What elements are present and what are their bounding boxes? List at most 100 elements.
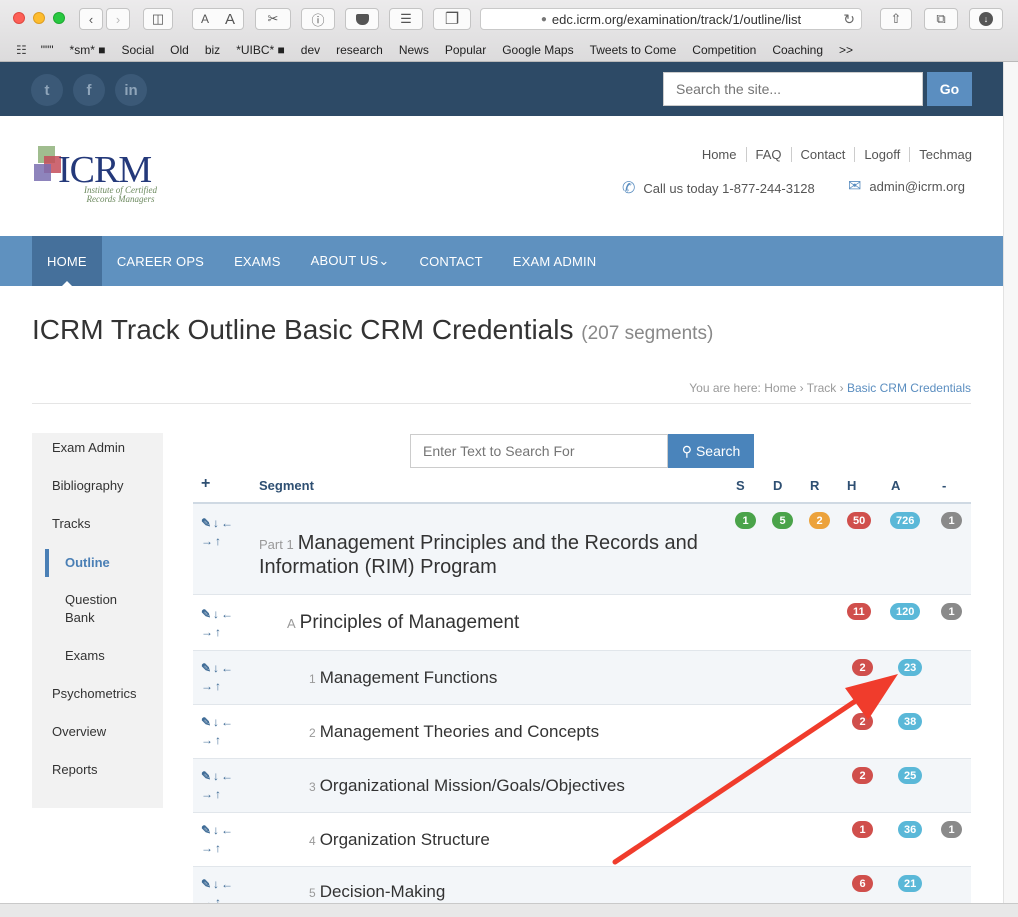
count-badge-s[interactable]: 1: [735, 512, 756, 529]
row-tools-indent[interactable]: →↑: [201, 623, 245, 641]
add-segment-button[interactable]: +: [201, 475, 210, 493]
tabs-button[interactable]: ⧉: [924, 8, 958, 30]
bookmark-item[interactable]: Google Maps: [494, 43, 581, 57]
row-tools-indent[interactable]: →↑: [201, 785, 245, 803]
sidebar-toggle-button[interactable]: ◫: [143, 8, 173, 30]
row-tools-edit-move[interactable]: ✎↓←: [201, 659, 245, 677]
bookmark-item[interactable]: *UIBC* ■: [228, 43, 293, 57]
sidebar-item-exams[interactable]: Exams: [65, 647, 105, 665]
row-tools[interactable]: ✎↓← →↑: [201, 514, 245, 550]
bookmark-item[interactable]: Popular: [437, 43, 494, 57]
count-badge-h[interactable]: 1: [852, 821, 873, 838]
bookmark-item[interactable]: dev: [293, 43, 328, 57]
text-size-buttons[interactable]: A A: [192, 8, 244, 30]
row-tools-indent[interactable]: →↑: [201, 532, 245, 550]
column-header-h[interactable]: H: [847, 478, 856, 493]
count-badge-h[interactable]: 50: [847, 512, 872, 529]
column-header-minus[interactable]: -: [942, 478, 946, 493]
header-link-logoff[interactable]: Logoff: [854, 147, 909, 162]
column-header-segment[interactable]: Segment: [259, 478, 314, 493]
header-link-faq[interactable]: FAQ: [745, 147, 791, 162]
twitter-icon[interactable]: t: [31, 74, 63, 106]
sidebar-item-exam-admin[interactable]: Exam Admin: [52, 439, 125, 457]
segment-title[interactable]: A Principles of Management: [287, 612, 519, 634]
row-tools[interactable]: ✎↓← →↑: [201, 821, 245, 857]
extensions-button[interactable]: ❐: [433, 8, 471, 30]
nav-career-ops[interactable]: CAREER OPS: [102, 236, 219, 286]
bookmark-item[interactable]: Coaching: [764, 43, 831, 57]
row-tools[interactable]: ✎↓← →↑: [201, 713, 245, 749]
facebook-icon[interactable]: f: [73, 74, 105, 106]
breadcrumb-home[interactable]: Home: [764, 381, 796, 395]
minimize-window-button[interactable]: [33, 12, 45, 24]
row-tools-edit-move[interactable]: ✎↓←: [201, 605, 245, 623]
nav-home[interactable]: HOME: [32, 236, 102, 287]
sidebar-item-overview[interactable]: Overview: [52, 723, 106, 741]
outline-search-button[interactable]: ⚲ Search: [668, 434, 754, 468]
count-badge-a[interactable]: 726: [890, 512, 921, 529]
bookmark-item[interactable]: *sm* ■: [62, 43, 114, 57]
layers-button[interactable]: ☰: [389, 8, 423, 30]
count-badge-h[interactable]: 11: [847, 603, 871, 620]
row-tools-edit-move[interactable]: ✎↓←: [201, 767, 245, 785]
count-badge-a[interactable]: 23: [898, 659, 923, 676]
bookmark-item[interactable]: Social: [113, 43, 162, 57]
segment-title[interactable]: 1 Management Functions: [309, 668, 497, 688]
share-button[interactable]: ⇧: [880, 8, 912, 30]
site-search-go-button[interactable]: Go: [927, 72, 972, 106]
count-badge-a[interactable]: 38: [898, 713, 923, 730]
sidebar-item-psychometrics[interactable]: Psychometrics: [52, 685, 137, 703]
count-badge-minus[interactable]: 1: [941, 512, 962, 529]
count-badge-h[interactable]: 2: [852, 713, 873, 730]
back-button[interactable]: ‹: [79, 8, 103, 30]
bookmark-item[interactable]: biz: [197, 43, 228, 57]
row-tools[interactable]: ✎↓← →↑: [201, 605, 245, 641]
row-tools-edit-move[interactable]: ✎↓←: [201, 514, 245, 532]
header-link-techmag[interactable]: Techmag: [909, 147, 972, 162]
zoom-window-button[interactable]: [53, 12, 65, 24]
count-badge-h[interactable]: 6: [852, 875, 873, 892]
header-link-contact[interactable]: Contact: [790, 147, 855, 162]
bookmark-item[interactable]: """: [33, 43, 62, 57]
column-header-s[interactable]: S: [736, 478, 745, 493]
count-badge-minus[interactable]: 1: [941, 603, 962, 620]
font-decrease-label[interactable]: A: [201, 12, 209, 26]
pocket-button[interactable]: [345, 8, 379, 30]
close-window-button[interactable]: [13, 12, 25, 24]
downloads-button[interactable]: ↓: [969, 8, 1003, 30]
segment-title[interactable]: 2 Management Theories and Concepts: [309, 722, 599, 742]
clip-button[interactable]: ✂: [255, 8, 291, 30]
grid-icon[interactable]: ☷: [0, 43, 33, 57]
row-tools-indent[interactable]: →↑: [201, 839, 245, 857]
sidebar-item-bibliography[interactable]: Bibliography: [52, 477, 124, 495]
outline-search-input[interactable]: [410, 434, 668, 468]
linkedin-icon[interactable]: in: [115, 74, 147, 106]
nav-contact[interactable]: CONTACT: [405, 236, 498, 286]
email-text[interactable]: admin@icrm.org: [869, 179, 965, 194]
count-badge-a[interactable]: 120: [890, 603, 921, 620]
header-link-home[interactable]: Home: [693, 147, 746, 162]
row-tools[interactable]: ✎↓← →↑: [201, 659, 245, 695]
bookmarks-overflow[interactable]: >>: [831, 43, 861, 57]
sidebar-item-outline[interactable]: Outline: [65, 554, 110, 572]
segment-title[interactable]: Part 1 Management Principles and the Reco…: [259, 532, 698, 578]
count-badge-r[interactable]: 2: [809, 512, 830, 529]
count-badge-a[interactable]: 21: [898, 875, 923, 892]
breadcrumb-current[interactable]: Basic CRM Credentials: [847, 381, 971, 395]
row-tools-indent[interactable]: →↑: [201, 677, 245, 695]
nav-about-us[interactable]: ABOUT US⌄: [296, 236, 405, 286]
row-tools-indent[interactable]: →↑: [201, 731, 245, 749]
breadcrumb-track[interactable]: Track: [807, 381, 837, 395]
segment-title[interactable]: 3 Organizational Mission/Goals/Objectives: [309, 776, 625, 796]
font-increase-label[interactable]: A: [225, 11, 235, 28]
count-badge-h[interactable]: 2: [852, 659, 873, 676]
row-tools[interactable]: ✎↓← →↑: [201, 875, 245, 903]
site-search-input[interactable]: [663, 72, 923, 106]
bookmark-item[interactable]: Tweets to Come: [582, 43, 685, 57]
row-tools-edit-move[interactable]: ✎↓←: [201, 821, 245, 839]
reload-icon[interactable]: ↻: [843, 11, 855, 28]
sidebar-item-question-bank[interactable]: Question Bank: [65, 591, 117, 627]
count-badge-a[interactable]: 25: [898, 767, 923, 784]
row-tools-edit-move[interactable]: ✎↓←: [201, 713, 245, 731]
row-tools-edit-move[interactable]: ✎↓←: [201, 875, 245, 893]
